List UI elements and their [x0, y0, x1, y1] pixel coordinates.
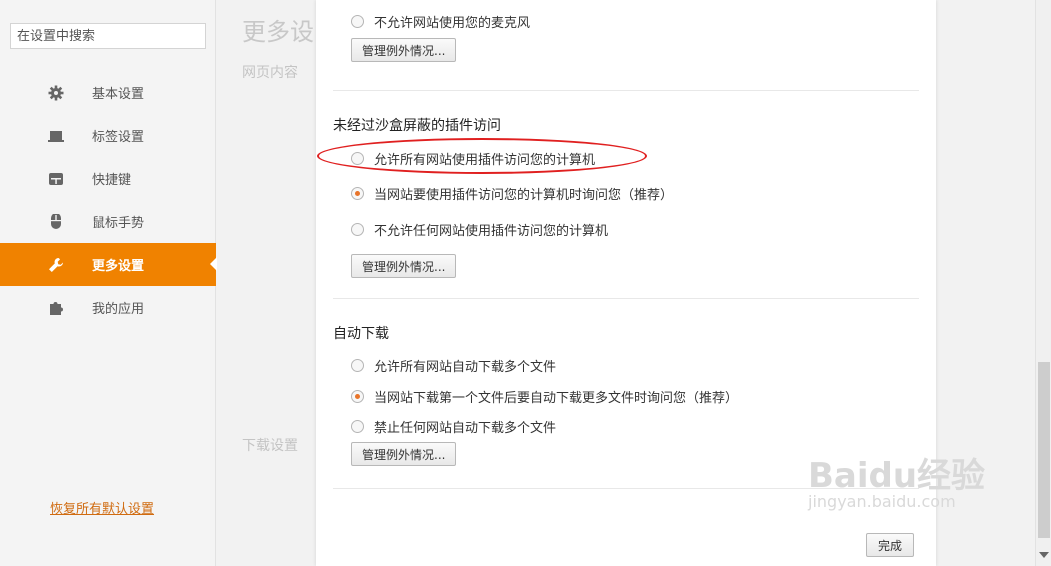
wrench-icon [48, 257, 64, 273]
annotation-ellipse [317, 138, 647, 174]
plugin-manage-exceptions-button[interactable]: 管理例外情况... [351, 254, 457, 278]
puzzle-icon [48, 300, 64, 316]
option-label: 不允许网站使用您的麦克风 [374, 16, 531, 31]
page-scrollbar[interactable] [1035, 0, 1051, 566]
radio-button[interactable] [351, 390, 364, 403]
radio-button[interactable] [351, 187, 364, 200]
sidebar: 基本设置 标签设置 快捷键 鼠标手势 更多设置 [0, 0, 217, 566]
sidebar-item-label: 标签设置 [92, 130, 145, 145]
tab-icon [48, 128, 64, 144]
sidebar-item-label: 更多设置 [92, 259, 145, 274]
sidebar-item-my-apps[interactable]: 我的应用 [0, 286, 216, 329]
scroll-down-arrow-icon[interactable] [1039, 552, 1049, 558]
radio-button[interactable] [351, 223, 364, 236]
settings-search-input[interactable] [10, 23, 206, 49]
scrollbar-thumb[interactable] [1038, 362, 1050, 538]
sidebar-item-basic[interactable]: 基本设置 [0, 71, 216, 114]
done-button[interactable]: 完成 [866, 533, 915, 557]
mouse-icon [48, 212, 64, 230]
option-label: 允许所有网站自动下载多个文件 [374, 360, 557, 375]
sidebar-item-tabs[interactable]: 标签设置 [0, 114, 216, 157]
option-label: 禁止任何网站自动下载多个文件 [374, 421, 557, 436]
content-settings-dialog: 不允许网站使用您的麦克风 管理例外情况... 未经过沙盒屏蔽的插件访问 允许所有… [316, 0, 936, 566]
sidebar-item-label: 我的应用 [92, 302, 145, 317]
gear-icon [48, 85, 64, 101]
divider [333, 90, 919, 91]
radio-button[interactable] [351, 15, 364, 28]
sidebar-nav: 基本设置 标签设置 快捷键 鼠标手势 更多设置 我的应用 [0, 71, 217, 329]
radio-button[interactable] [351, 359, 364, 372]
divider [333, 298, 919, 299]
plugin-ask-option[interactable]: 当网站要使用插件访问您的计算机时询问您（推荐） [351, 184, 673, 203]
download-section-title: 自动下载 [333, 326, 389, 342]
download-deny-all-option[interactable]: 禁止任何网站自动下载多个文件 [351, 417, 556, 436]
download-allow-all-option[interactable]: 允许所有网站自动下载多个文件 [351, 356, 556, 375]
background-page-title: 更多设 [242, 18, 314, 46]
sidebar-item-more-settings[interactable]: 更多设置 [0, 243, 217, 286]
plugin-section-title: 未经过沙盒屏蔽的插件访问 [333, 118, 501, 134]
option-label: 不允许任何网站使用插件访问您的计算机 [374, 224, 609, 239]
manage-exceptions-button[interactable]: 管理例外情况... [351, 38, 457, 62]
download-manage-exceptions-button[interactable]: 管理例外情况... [351, 442, 457, 466]
keyboard-icon [48, 171, 64, 187]
download-ask-option[interactable]: 当网站下载第一个文件后要自动下载更多文件时询问您（推荐） [351, 387, 738, 406]
background-download-settings-label: 下载设置 [242, 438, 298, 454]
sidebar-item-shortcuts[interactable]: 快捷键 [0, 157, 216, 200]
microphone-deny-option[interactable]: 不允许网站使用您的麦克风 [351, 12, 530, 31]
background-web-content-label: 网页内容 [242, 65, 298, 81]
divider [333, 488, 919, 489]
sidebar-item-label: 快捷键 [92, 173, 132, 188]
restore-defaults-link[interactable]: 恢复所有默认设置 [50, 498, 154, 517]
option-label: 当网站下载第一个文件后要自动下载更多文件时询问您（推荐） [374, 391, 739, 406]
radio-button[interactable] [351, 420, 364, 433]
option-label: 当网站要使用插件访问您的计算机时询问您（推荐） [374, 188, 674, 203]
plugin-deny-all-option[interactable]: 不允许任何网站使用插件访问您的计算机 [351, 220, 608, 239]
sidebar-item-label: 鼠标手势 [92, 216, 145, 231]
sidebar-item-mouse-gestures[interactable]: 鼠标手势 [0, 200, 216, 243]
sidebar-item-label: 基本设置 [92, 87, 145, 102]
